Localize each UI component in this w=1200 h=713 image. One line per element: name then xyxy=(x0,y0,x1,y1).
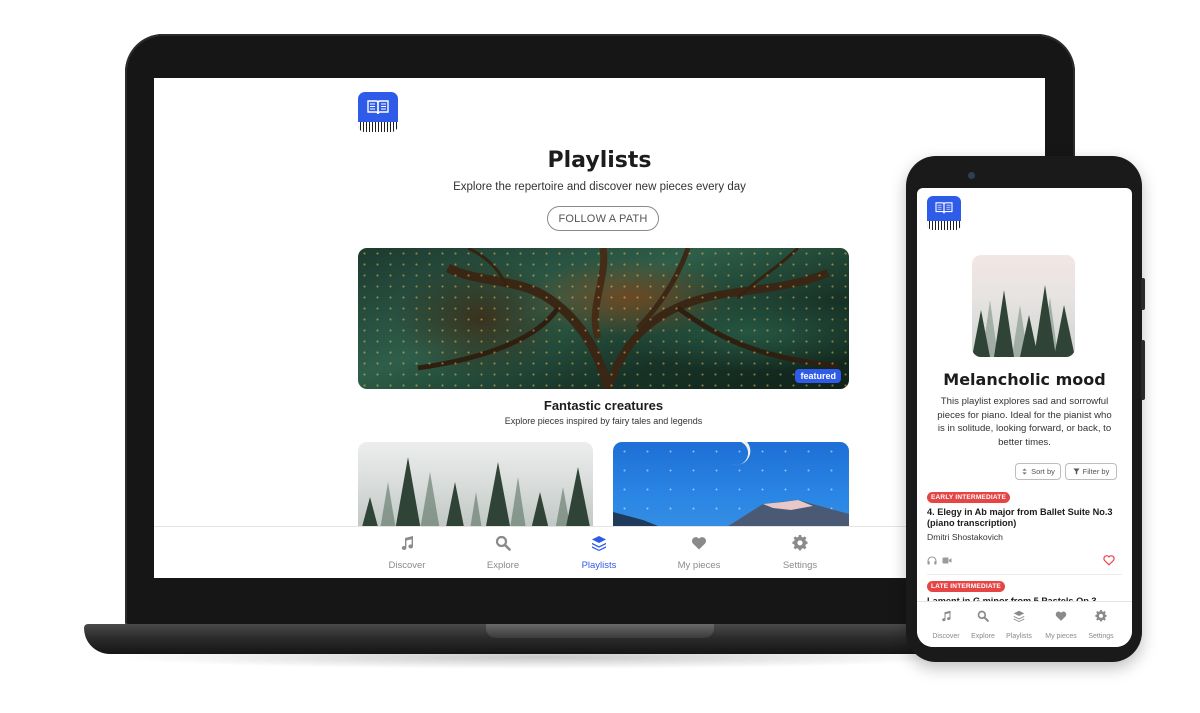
sort-label: Sort by xyxy=(1031,467,1055,476)
filter-icon xyxy=(1073,468,1080,475)
book-icon xyxy=(935,202,953,214)
piano-keys xyxy=(358,122,398,132)
phone-volume-button xyxy=(1141,340,1145,400)
heart-outline-icon[interactable] xyxy=(1103,554,1115,566)
misty-forest-illustration xyxy=(972,285,1075,357)
nav-explore[interactable]: Explore xyxy=(963,610,1003,643)
book-icon xyxy=(367,100,389,115)
sort-button[interactable]: Sort by xyxy=(1015,463,1061,480)
piece-composer: Dmitri Shostakovich xyxy=(927,532,1003,542)
follow-path-button[interactable]: FOLLOW A PATH xyxy=(547,206,659,231)
phone-screen: Melancholic mood This playlist explores … xyxy=(917,188,1132,647)
search-icon xyxy=(495,535,511,551)
search-icon xyxy=(977,610,989,622)
nav-label: My pieces xyxy=(1045,633,1077,640)
nav-playlists[interactable]: Playlists xyxy=(999,610,1039,643)
nav-label: Settings xyxy=(1088,633,1114,640)
media-icons xyxy=(927,556,952,565)
phone-camera xyxy=(968,172,975,179)
heart-icon xyxy=(691,537,707,550)
nav-discover[interactable]: Discover xyxy=(362,535,452,573)
piano-keys xyxy=(927,221,961,230)
playlist-cover xyxy=(972,255,1075,357)
playlist-description: This playlist explores sad and sorrowful… xyxy=(937,396,1112,448)
phone-bottom-nav: Discover Explore Playlists My pieces Set… xyxy=(917,601,1132,647)
playlist-title: Melancholic mood xyxy=(943,370,1106,389)
nav-label: Explore xyxy=(971,633,995,640)
featured-title[interactable]: Fantastic creatures xyxy=(358,398,849,413)
level-badge: EARLY INTERMEDIATE xyxy=(927,492,1010,503)
nav-label: Playlists xyxy=(581,560,617,571)
phone-power-button xyxy=(1141,278,1145,310)
nav-label: Discover xyxy=(388,560,426,571)
nav-settings[interactable]: Settings xyxy=(755,535,845,573)
app-logo[interactable] xyxy=(358,92,398,132)
nav-explore[interactable]: Explore xyxy=(458,535,548,573)
nav-discover[interactable]: Discover xyxy=(926,610,966,643)
music-note-icon xyxy=(942,610,951,622)
featured-subtitle: Explore pieces inspired by fairy tales a… xyxy=(504,416,703,426)
sort-icon xyxy=(1022,468,1027,475)
nav-my-pieces[interactable]: My pieces xyxy=(1041,610,1081,643)
headphones-icon xyxy=(927,556,937,565)
level-badge: LATE INTERMEDIATE xyxy=(927,581,1005,592)
laptop-hinge-notch xyxy=(486,624,714,638)
gear-icon xyxy=(792,535,808,551)
video-icon xyxy=(942,557,952,564)
layers-icon xyxy=(592,536,606,551)
featured-badge: featured xyxy=(795,369,841,383)
fairy-lights xyxy=(358,248,849,389)
nav-my-pieces[interactable]: My pieces xyxy=(654,535,744,573)
nav-label: Discover xyxy=(932,633,960,640)
app-logo[interactable] xyxy=(927,196,961,230)
filter-button[interactable]: Filter by xyxy=(1065,463,1117,480)
heart-icon xyxy=(1055,611,1067,621)
nav-label: Settings xyxy=(782,560,818,571)
featured-playlist-image[interactable]: featured xyxy=(358,248,849,389)
layers-icon xyxy=(1013,610,1025,622)
gear-icon xyxy=(1095,610,1107,622)
nav-label: My pieces xyxy=(677,560,721,571)
list-divider xyxy=(927,574,1122,575)
nav-label: Playlists xyxy=(1006,633,1032,640)
piece-title[interactable]: 4. Elegy in Ab major from Ballet Suite N… xyxy=(927,507,1117,529)
filter-label: Filter by xyxy=(1082,467,1110,476)
nav-playlists[interactable]: Playlists xyxy=(554,535,644,573)
nav-label: Explore xyxy=(486,560,520,571)
nav-settings[interactable]: Settings xyxy=(1081,610,1121,643)
music-note-icon xyxy=(401,536,413,550)
